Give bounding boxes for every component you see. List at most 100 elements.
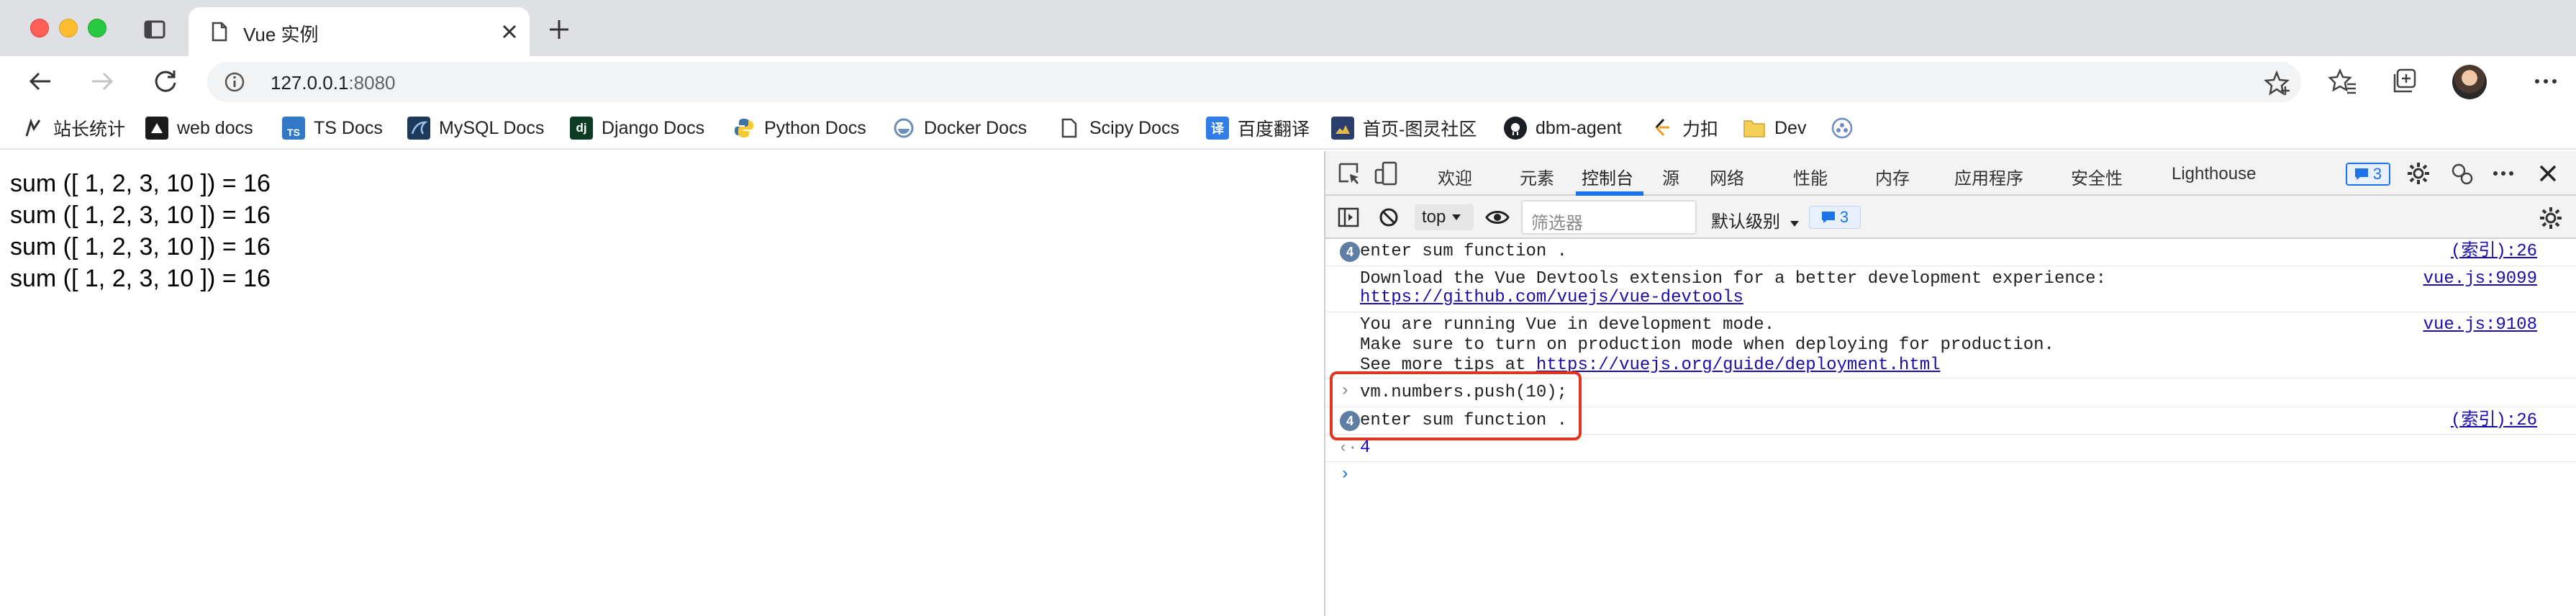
- bookmark-item[interactable]: Dev: [1743, 115, 1806, 141]
- context-select[interactable]: top: [1415, 204, 1474, 230]
- stats-icon: [22, 117, 45, 140]
- browser-toolbar: 127.0.0.1:8080: [0, 56, 2576, 107]
- sum-output-line: sum ([ 1, 2, 3, 10 ]) = 16: [10, 170, 271, 197]
- result-value: 4: [1360, 438, 1371, 458]
- console-message: 4 enter sum function . (索引):26: [1325, 239, 2576, 266]
- back-icon[interactable]: [26, 67, 55, 96]
- inspect-element-icon[interactable]: [1337, 161, 1361, 186]
- bookmark-item[interactable]: web docs: [145, 115, 253, 141]
- maximize-window-button[interactable]: [88, 19, 106, 37]
- avatar[interactable]: [2452, 65, 2487, 99]
- sum-output-line: sum ([ 1, 2, 3, 10 ]) = 16: [10, 201, 271, 229]
- message-text: Make sure to turn on production mode whe…: [1360, 335, 2054, 355]
- extension-icon: [1831, 117, 1854, 140]
- url-text: 127.0.0.1:8080: [271, 72, 396, 94]
- dropdown-arrow-icon: [1790, 221, 1799, 227]
- sum-output-line: sum ([ 1, 2, 3, 10 ]) = 16: [10, 265, 271, 292]
- filter-input[interactable]: 筛选器: [1521, 200, 1697, 235]
- close-tab-icon[interactable]: [499, 22, 520, 42]
- close-window-button[interactable]: [30, 19, 49, 37]
- address-bar[interactable]: 127.0.0.1:8080: [207, 62, 2301, 102]
- prompt-chevron-icon: ›: [1340, 465, 1351, 484]
- bookmark-item[interactable]: dj Django Docs: [570, 115, 704, 141]
- tab-security[interactable]: 安全性: [2071, 164, 2123, 189]
- bookmark-item[interactable]: TS TS Docs: [282, 115, 383, 141]
- bookmark-item[interactable]: 首页-图灵社区: [1331, 115, 1477, 141]
- tab-application[interactable]: 应用程序: [1954, 164, 2023, 189]
- forward-icon[interactable]: [88, 67, 117, 96]
- tab-performance[interactable]: 性能: [1793, 164, 1828, 189]
- deployment-link[interactable]: https://vuejs.org/guide/deployment.html: [1536, 355, 1941, 375]
- mysql-icon: [407, 117, 430, 140]
- highlight-annotation: [1330, 371, 1582, 440]
- minimize-window-button[interactable]: [59, 19, 78, 37]
- customize-icon[interactable]: [2449, 161, 2474, 186]
- log-level-select[interactable]: 默认级别: [1711, 207, 1800, 232]
- source-link[interactable]: (索引):26: [2451, 242, 2537, 262]
- tab-network[interactable]: 网络: [1710, 164, 1744, 189]
- page-icon: [1058, 117, 1081, 140]
- collections-icon[interactable]: [2390, 67, 2419, 96]
- console-message: Download the Vue Devtools extension for …: [1325, 266, 2576, 312]
- tab-memory[interactable]: 内存: [1875, 164, 1910, 189]
- issues-badge[interactable]: 3: [2346, 163, 2390, 186]
- console-message: You are running Vue in development mode.…: [1325, 312, 2576, 379]
- add-favorite-icon[interactable]: [2264, 69, 2292, 98]
- sidebar-toggle-icon[interactable]: [1337, 206, 1360, 229]
- dropdown-arrow-icon: [1452, 214, 1461, 220]
- bookmark-item[interactable]: 力扣: [1651, 115, 1718, 141]
- repeat-count-badge: 4: [1340, 242, 1360, 262]
- clear-console-icon[interactable]: [1377, 206, 1400, 229]
- console-prompt[interactable]: ›: [1325, 462, 2576, 491]
- message-icon: [2354, 168, 2368, 180]
- result-arrow-icon: ‹·: [1338, 439, 1358, 457]
- devtools-tab-bar: 欢迎 元素 控制台 源 网络 性能 内存 应用程序 安全性 Lighthouse…: [1325, 151, 2576, 196]
- bookmark-item[interactable]: Python Docs: [733, 115, 866, 141]
- bookmark-item[interactable]: 站长统计: [22, 115, 125, 141]
- sum-output-line: sum ([ 1, 2, 3, 10 ]) = 16: [10, 233, 271, 261]
- tab-sources[interactable]: 源: [1662, 164, 1679, 189]
- devtools-link[interactable]: https://github.com/vuejs/vue-devtools: [1360, 288, 1743, 308]
- tab-console[interactable]: 控制台: [1582, 164, 1633, 189]
- favorites-icon[interactable]: [2328, 67, 2357, 96]
- tab-elements[interactable]: 元素: [1520, 164, 1554, 189]
- tab-welcome[interactable]: 欢迎: [1438, 164, 1472, 189]
- browser-tab[interactable]: Vue 实例: [189, 7, 530, 56]
- bookmark-item[interactable]: Scipy Docs: [1058, 115, 1179, 141]
- tab-strip: Vue 实例: [0, 0, 2576, 56]
- new-tab-icon[interactable]: [547, 17, 571, 42]
- more-options-icon[interactable]: [2531, 67, 2560, 96]
- turing-icon: [1331, 117, 1354, 140]
- eye-icon[interactable]: [1485, 207, 1510, 227]
- site-info-icon[interactable]: [223, 71, 246, 94]
- bookmark-item[interactable]: 译 百度翻译: [1206, 115, 1310, 141]
- bookmark-item[interactable]: Docker Docs: [892, 115, 1027, 141]
- bookmark-item[interactable]: dbm-agent: [1504, 115, 1622, 141]
- settings-icon[interactable]: [2406, 161, 2431, 186]
- bookmark-item[interactable]: MySQL Docs: [407, 115, 544, 141]
- folder-icon: [1743, 117, 1766, 140]
- translate-icon: 译: [1206, 117, 1229, 140]
- tab-actions-icon[interactable]: [142, 17, 167, 42]
- more-tools-icon[interactable]: [2491, 161, 2516, 186]
- page-icon: [212, 22, 227, 42]
- issues-count-button[interactable]: 3: [1809, 206, 1861, 229]
- source-link[interactable]: vue.js:9108: [2423, 315, 2537, 335]
- bookmark-vue-devtools[interactable]: [1831, 115, 1854, 141]
- python-icon: [733, 117, 756, 140]
- message-text: You are running Vue in development mode.: [1360, 315, 1775, 335]
- source-link[interactable]: vue.js:9099: [2423, 269, 2537, 289]
- reload-icon[interactable]: [151, 67, 180, 96]
- mdn-icon: [145, 117, 168, 140]
- tab-title: Vue 实例: [243, 24, 319, 45]
- message-text: enter sum function .: [1360, 242, 1568, 261]
- source-link[interactable]: (索引):26: [2451, 411, 2537, 431]
- django-icon: dj: [570, 117, 593, 140]
- console-settings-icon[interactable]: [2539, 206, 2563, 230]
- device-toolbar-icon[interactable]: [1374, 161, 1399, 186]
- leetcode-icon: [1651, 117, 1674, 140]
- tab-lighthouse[interactable]: Lighthouse: [2172, 164, 2256, 184]
- docker-icon: [892, 117, 915, 140]
- close-devtools-icon[interactable]: [2536, 161, 2560, 186]
- devtools-panel: 欢迎 元素 控制台 源 网络 性能 内存 应用程序 安全性 Lighthouse…: [1324, 151, 2576, 616]
